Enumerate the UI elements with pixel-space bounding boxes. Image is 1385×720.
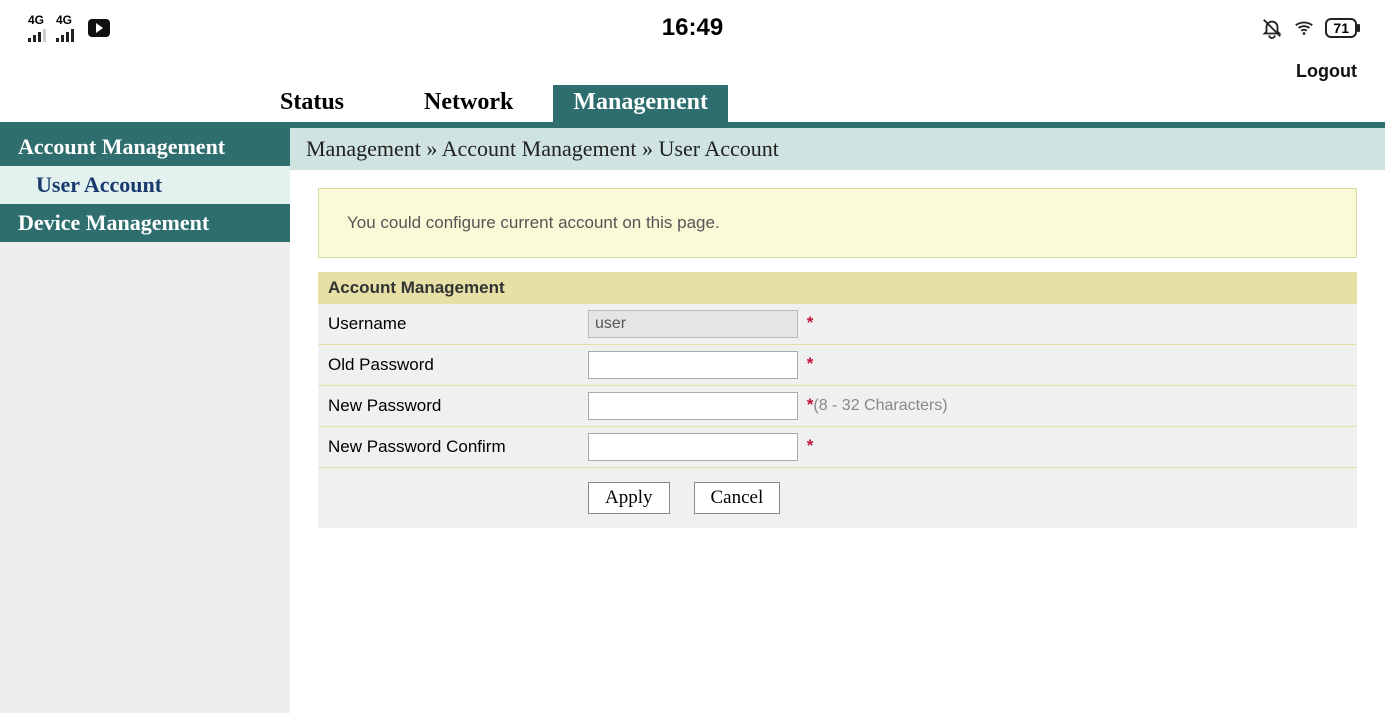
app-area: Logout Status Network Management Account… [0, 55, 1385, 713]
row-new-password-confirm: New Password Confirm * [318, 427, 1357, 468]
device-status-bar: 4G 4G 16:49 71 [0, 0, 1385, 55]
clock-time: 16:49 [662, 14, 723, 42]
sidebar-item-user-account[interactable]: User Account [0, 166, 290, 204]
info-banner: You could configure current account on t… [318, 188, 1357, 258]
sidebar: Account Management User Account Device M… [0, 128, 290, 713]
logout-link[interactable]: Logout [1296, 61, 1357, 82]
new-password-label: New Password [318, 386, 578, 427]
battery-indicator: 71 [1325, 18, 1357, 38]
signal-label-2: 4G [56, 14, 72, 26]
apply-button[interactable]: Apply [588, 482, 670, 514]
media-icon [88, 19, 110, 37]
row-username: Username * [318, 304, 1357, 345]
new-password-confirm-input[interactable] [588, 433, 798, 461]
new-password-hint: (8 - 32 Characters) [813, 397, 947, 414]
sidebar-item-device-mgmt[interactable]: Device Management [0, 204, 290, 242]
content-area: Management » Account Management » User A… [290, 128, 1385, 713]
tab-network[interactable]: Network [404, 85, 533, 122]
tab-management[interactable]: Management [553, 85, 728, 122]
breadcrumb: Management » Account Management » User A… [290, 128, 1385, 170]
row-old-password: Old Password * [318, 345, 1357, 386]
cancel-button[interactable]: Cancel [694, 482, 781, 514]
status-left: 4G 4G [28, 14, 110, 42]
new-password-confirm-label: New Password Confirm [318, 427, 578, 468]
button-row: Apply Cancel [318, 468, 1357, 528]
tab-status[interactable]: Status [260, 85, 364, 122]
old-password-label: Old Password [318, 345, 578, 386]
signal-indicator-2: 4G [56, 14, 74, 42]
sidebar-item-account-mgmt[interactable]: Account Management [0, 128, 290, 166]
panel-title: Account Management [318, 272, 1357, 304]
username-input [588, 310, 798, 338]
row-new-password: New Password *(8 - 32 Characters) [318, 386, 1357, 427]
new-password-input[interactable] [588, 392, 798, 420]
required-mark: * [807, 436, 814, 455]
top-tabs: Status Network Management [0, 82, 1385, 122]
account-form: Username * Old Password * [318, 304, 1357, 468]
signal-label-1: 4G [28, 14, 44, 26]
signal-indicator-1: 4G [28, 14, 46, 42]
bell-off-icon [1261, 17, 1283, 39]
required-mark: * [807, 313, 814, 332]
old-password-input[interactable] [588, 351, 798, 379]
required-mark: * [807, 354, 814, 373]
status-right: 71 [1261, 17, 1357, 39]
username-label: Username [318, 304, 578, 345]
wifi-icon [1293, 17, 1315, 39]
